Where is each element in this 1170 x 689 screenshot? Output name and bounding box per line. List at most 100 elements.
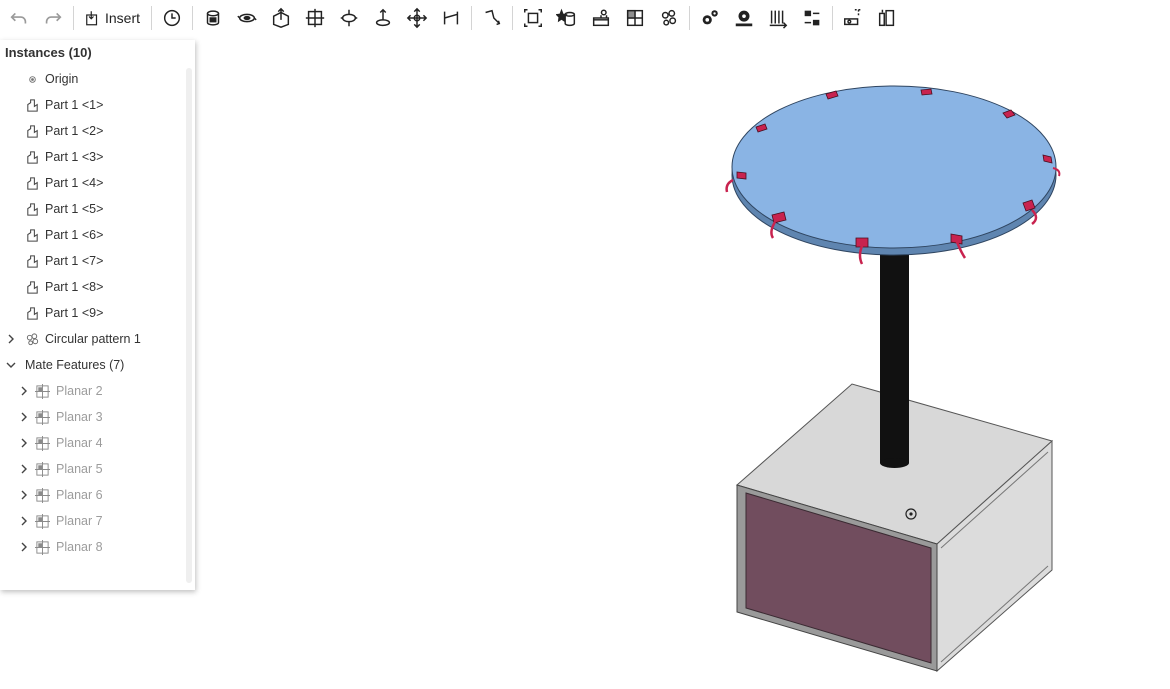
tree-item-planar[interactable]: Planar 6 (0, 482, 195, 508)
section-button[interactable] (620, 3, 650, 33)
chevron-right-icon[interactable] (18, 515, 30, 527)
tree-item-origin[interactable]: Origin (0, 66, 195, 92)
pin-slot-mate-button[interactable] (368, 3, 398, 33)
planar-mate-icon (305, 8, 325, 28)
post[interactable] (880, 235, 909, 463)
insert-icon (86, 11, 98, 26)
chevron-right-icon[interactable] (18, 437, 30, 449)
undo-button[interactable] (4, 3, 34, 33)
instance-list: Origin Part 1 <1> Part 1 <2> Part 1 <3> … (0, 66, 195, 560)
circular-pattern-icon (24, 331, 40, 347)
tree-item-part[interactable]: Part 1 <5> (0, 196, 195, 222)
part-icon (24, 149, 40, 165)
chevron-right-icon[interactable] (18, 463, 30, 475)
parallel-mate-button[interactable] (436, 3, 466, 33)
tree-item-part[interactable]: Part 1 <8> (0, 274, 195, 300)
group-icon (524, 9, 542, 27)
chevron-right-icon[interactable] (5, 333, 17, 345)
circular-pattern-icon (661, 9, 677, 26)
tree-item-planar[interactable]: Planar 4 (0, 430, 195, 456)
pattern-icon (592, 9, 610, 27)
slider-mate-button[interactable] (266, 3, 296, 33)
tree-item-label: Mate Features (7) (25, 358, 125, 372)
tree-item-mate-features[interactable]: Mate Features (7) (0, 352, 195, 378)
chevron-right-icon[interactable] (18, 489, 30, 501)
rack-pinion-button[interactable] (729, 3, 759, 33)
explode-button[interactable] (872, 3, 902, 33)
tree-item-planar[interactable]: Planar 3 (0, 404, 195, 430)
tree-item-part[interactable]: Part 1 <1> (0, 92, 195, 118)
tree-item-part[interactable]: Part 1 <6> (0, 222, 195, 248)
3d-viewport[interactable] (195, 36, 1170, 689)
toolbar: Insert (0, 0, 1170, 36)
group-button[interactable] (518, 3, 548, 33)
tree-item-planar[interactable]: Planar 8 (0, 534, 195, 560)
insert-label: Insert (105, 10, 141, 26)
tree-item-label: Part 1 <5> (45, 202, 104, 216)
replicate-button[interactable] (552, 3, 582, 33)
tree-item-label: Planar 6 (56, 488, 103, 502)
toolbar-separator (192, 6, 194, 30)
clock-button[interactable] (157, 3, 187, 33)
part-icon (24, 227, 40, 243)
tree-item-planar[interactable]: Planar 7 (0, 508, 195, 534)
explode-icon (878, 9, 895, 27)
clip (920, 88, 933, 96)
replicate-icon (556, 8, 576, 27)
planar-mate-icon (34, 513, 50, 529)
tree-item-label: Circular pattern 1 (45, 332, 141, 346)
revolute-mate-icon (237, 13, 257, 23)
planar-mate-button[interactable] (300, 3, 330, 33)
tree-item-label: Planar 5 (56, 462, 103, 476)
chevron-right-icon[interactable] (18, 385, 30, 397)
clip (725, 178, 734, 193)
assembly-model[interactable] (195, 36, 1170, 689)
linear-relation-button[interactable] (797, 3, 827, 33)
panel-title: Instances (10) (5, 45, 92, 60)
tree-item-label: Part 1 <6> (45, 228, 104, 242)
planar-mate-icon (34, 435, 50, 451)
chevron-right-icon[interactable] (18, 541, 30, 553)
part-icon (24, 279, 40, 295)
tree-item-part[interactable]: Part 1 <4> (0, 170, 195, 196)
measure-button[interactable] (838, 3, 868, 33)
rack-pinion-icon (735, 10, 753, 27)
tree-item-planar[interactable]: Planar 2 (0, 378, 195, 404)
part-icon (24, 253, 40, 269)
clock-icon (163, 9, 181, 27)
cylindrical-mate-button[interactable] (334, 3, 364, 33)
tree-item-circular-pattern[interactable]: Circular pattern 1 (0, 326, 195, 352)
gear-icon (702, 10, 718, 25)
tree-item-part[interactable]: Part 1 <9> (0, 300, 195, 326)
tree-item-label: Planar 4 (56, 436, 103, 450)
tree-item-planar[interactable]: Planar 5 (0, 456, 195, 482)
tabletop-surface[interactable] (731, 85, 1057, 249)
tree-item-part[interactable]: Part 1 <7> (0, 248, 195, 274)
fastened-mate-icon (206, 10, 220, 26)
screw-relation-button[interactable] (763, 3, 793, 33)
toolbar-separator (73, 6, 74, 30)
tree-item-label: Planar 2 (56, 384, 103, 398)
pattern-button[interactable] (586, 3, 616, 33)
chevron-right-icon[interactable] (18, 411, 30, 423)
chevron-down-icon[interactable] (5, 359, 17, 371)
circular-pattern-button[interactable] (654, 3, 684, 33)
tree-item-part[interactable]: Part 1 <3> (0, 144, 195, 170)
tree-item-label: Part 1 <2> (45, 124, 104, 138)
insert-button[interactable]: Insert (77, 3, 148, 33)
fastened-mate-button[interactable] (198, 3, 228, 33)
clip (858, 245, 864, 265)
redo-button[interactable] (38, 3, 68, 33)
revolute-mate-button[interactable] (232, 3, 262, 33)
mate-connector-button[interactable] (477, 3, 507, 33)
pin-slot-mate-icon (375, 8, 391, 27)
part-icon (24, 305, 40, 321)
origin-icon (24, 71, 40, 87)
tree-item-part[interactable]: Part 1 <2> (0, 118, 195, 144)
ball-mate-button[interactable] (402, 3, 432, 33)
planar-mate-icon (34, 539, 50, 555)
toolbar-separator (471, 6, 473, 30)
tree-item-label: Part 1 <8> (45, 280, 104, 294)
parallel-mate-icon (443, 11, 459, 25)
gear-relation-button[interactable] (695, 3, 725, 33)
